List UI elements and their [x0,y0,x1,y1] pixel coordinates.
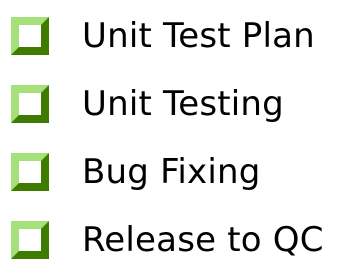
checklist-item-label: Unit Testing [82,84,284,124]
checklist-item-label: Release to QC [82,220,324,260]
checkbox-icon[interactable] [11,17,49,55]
checklist-item-label: Bug Fixing [82,152,261,192]
checklist: Unit Test Plan Unit Testing Bug Fixing R… [0,0,356,266]
checklist-item-label: Unit Test Plan [82,16,315,56]
checkbox-icon[interactable] [11,221,49,259]
checkbox-icon[interactable] [11,153,49,191]
checkbox-icon[interactable] [11,85,49,123]
